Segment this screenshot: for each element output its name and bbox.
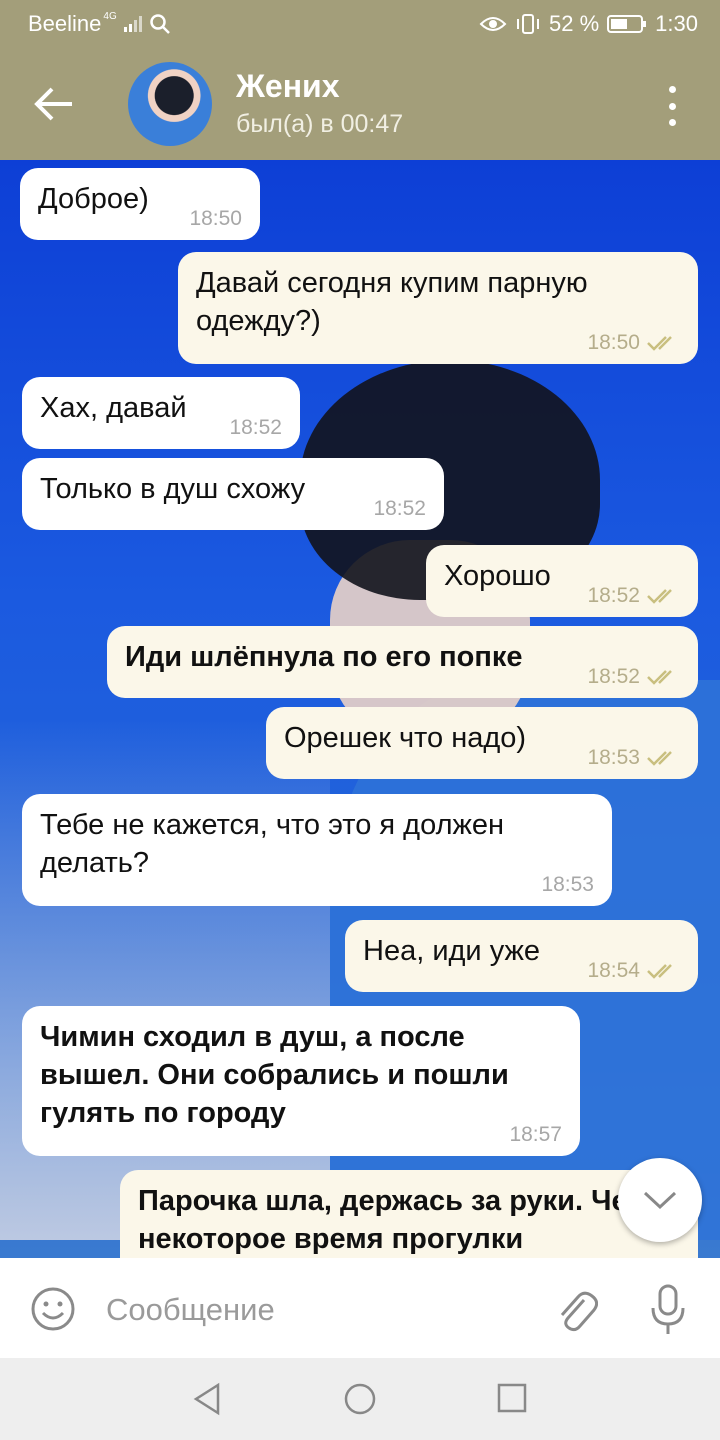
- message-text: Неа, иди уже: [363, 935, 541, 967]
- message-input[interactable]: [104, 1288, 528, 1332]
- nav-home-icon[interactable]: [343, 1382, 377, 1416]
- message-incoming[interactable]: Только в душ схожу 18:52: [22, 458, 444, 530]
- message-outgoing[interactable]: Неа, иди уже 18:54: [345, 920, 698, 992]
- more-vert-icon[interactable]: [662, 86, 682, 126]
- message-time: 18:54: [587, 959, 640, 982]
- message-incoming[interactable]: Доброе) 18:50: [20, 168, 260, 240]
- search-icon: [149, 14, 170, 34]
- smile-icon[interactable]: [30, 1286, 76, 1332]
- microphone-icon[interactable]: [648, 1284, 688, 1336]
- message-time: 18:53: [541, 873, 594, 896]
- message-time: 18:52: [229, 416, 282, 439]
- clock: 1:30: [655, 11, 698, 36]
- double-check-icon: [647, 751, 672, 767]
- double-check-icon: [647, 670, 672, 686]
- message-incoming[interactable]: Чимин сходил в душ, а после вышел. Они с…: [22, 1006, 580, 1156]
- message-outgoing[interactable]: Орешек что надо) 18:53: [266, 707, 698, 779]
- message-text: Хорошо: [444, 560, 551, 592]
- avatar[interactable]: [128, 62, 212, 146]
- message-text: Давай сегодня купим парную одежду?): [196, 267, 588, 337]
- message-time: 18:52: [587, 584, 640, 607]
- battery-percent: 52 %: [549, 11, 600, 36]
- chat-header: Жених был(а) в 00:47: [0, 48, 720, 160]
- message-text: Только в душ схожу: [40, 473, 306, 505]
- message-text: Парочка шла, держась за руки. Через неко…: [138, 1185, 676, 1255]
- double-check-icon: [647, 964, 672, 980]
- nav-back-icon[interactable]: [190, 1382, 224, 1416]
- message-time: 18:50: [189, 207, 242, 230]
- message-outgoing[interactable]: Иди шлёпнула по его попке 18:52: [107, 626, 698, 698]
- message-time: 18:50: [587, 331, 640, 354]
- signal-icon: [123, 16, 142, 32]
- message-outgoing[interactable]: Парочка шла, держась за руки. Через неко…: [120, 1170, 698, 1258]
- message-text: Чимин сходил в душ, а после вышел. Они с…: [40, 1021, 509, 1129]
- message-text: Тебе не кажется, что это я должен делать…: [40, 809, 505, 879]
- network-type: 4G: [103, 10, 117, 22]
- eye-icon: [479, 17, 507, 31]
- chevron-down-icon: [643, 1191, 677, 1210]
- message-text: Орешек что надо): [284, 722, 527, 754]
- chat-area[interactable]: Доброе) 18:50 Давай сегодня купим парную…: [0, 160, 720, 1258]
- message-incoming[interactable]: Хах, давай 18:52: [22, 377, 300, 449]
- nav-recent-icon[interactable]: [497, 1383, 527, 1413]
- system-nav-bar: [0, 1358, 720, 1440]
- status-bar: Beeline 4G 52 % 1:30: [0, 0, 720, 48]
- message-outgoing[interactable]: Давай сегодня купим парную одежду?) 18:5…: [178, 252, 698, 364]
- scroll-down-button[interactable]: [618, 1158, 702, 1242]
- paperclip-icon[interactable]: [554, 1286, 598, 1334]
- message-outgoing[interactable]: Хорошо 18:52: [426, 545, 698, 617]
- vibrate-icon: [517, 14, 540, 34]
- arrow-left-icon[interactable]: [32, 84, 76, 124]
- double-check-icon: [647, 589, 672, 605]
- message-text: Доброе): [38, 183, 149, 215]
- message-composer: [0, 1258, 720, 1358]
- contact-name[interactable]: Жених: [236, 68, 340, 105]
- carrier-name: Beeline: [28, 11, 102, 36]
- message-time: 18:52: [587, 665, 640, 688]
- message-text: Иди шлёпнула по его попке: [125, 641, 523, 673]
- message-time: 18:53: [587, 746, 640, 769]
- last-seen-status: был(а) в 00:47: [236, 110, 404, 138]
- message-text: Хах, давай: [40, 392, 187, 424]
- battery-icon: [607, 15, 647, 33]
- message-incoming[interactable]: Тебе не кажется, что это я должен делать…: [22, 794, 612, 906]
- message-time: 18:57: [509, 1123, 562, 1146]
- message-time: 18:52: [373, 497, 426, 520]
- double-check-icon: [647, 336, 672, 352]
